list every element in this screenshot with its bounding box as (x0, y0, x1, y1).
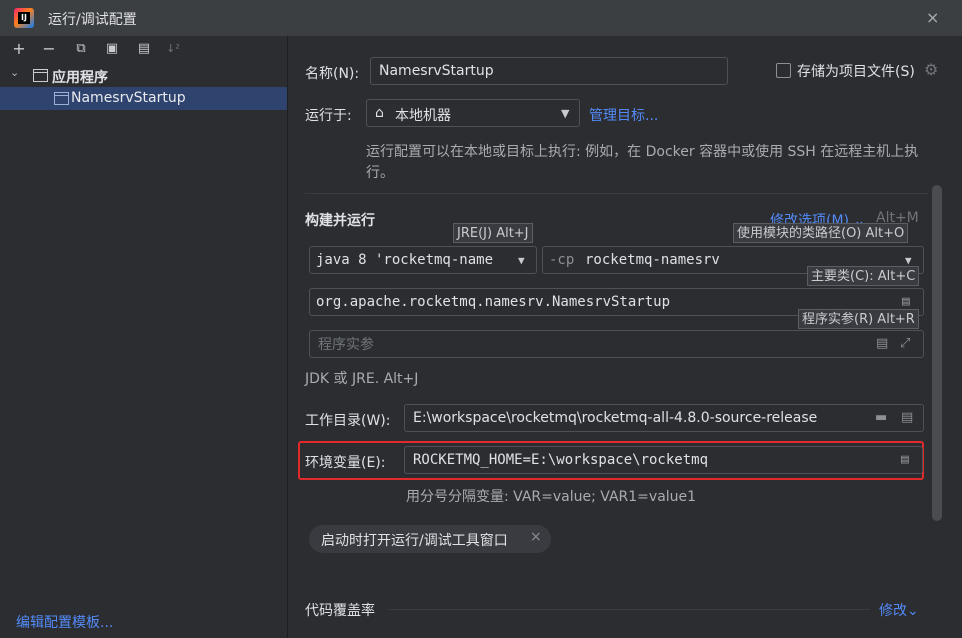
expand-text-icon[interactable]: ▤ (876, 336, 888, 351)
edit-templates-link[interactable]: 编辑配置模板... (16, 612, 113, 632)
classpath-module: rocketmq-namesrv (585, 252, 720, 268)
chevron-down-icon: ▼ (561, 107, 570, 120)
chevron-down-icon: ▼ (518, 254, 525, 267)
build-and-run-heading: 构建并运行 (305, 213, 375, 229)
jre-hint-tooltip: JRE(J) Alt+J (453, 223, 533, 243)
run-on-label: 运行于: (305, 108, 352, 124)
main-class-value: org.apache.rocketmq.namesrv.NamesrvStart… (316, 294, 671, 310)
program-args-hint-tooltip: 程序实参(R) Alt+R (798, 309, 919, 329)
working-directory-field[interactable]: E:\workspace\rocketmq\rocketmq-all-4.8.0… (404, 404, 924, 432)
tree-group-application[interactable]: ⌄ 应用程序 (0, 64, 287, 87)
open-tool-window-chip[interactable]: 启动时打开运行/调试工具窗口 × (309, 525, 551, 553)
intellij-app-icon: IJ (14, 8, 34, 28)
name-value: NamesrvStartup (379, 63, 494, 79)
name-label: 名称(N): (305, 66, 360, 82)
env-vars-label: 环境变量(E): (305, 455, 386, 471)
folder-icon[interactable]: ▬ (875, 410, 887, 425)
edit-env-icon[interactable]: ▤ (901, 452, 909, 467)
window-title: 运行/调试配置 (48, 12, 137, 28)
sort-icon[interactable]: ↓² (164, 40, 182, 58)
run-on-description: 运行配置可以在本地或目标上执行: 例如，在 Docker 容器中或使用 SSH … (366, 144, 919, 181)
program-arguments-field[interactable]: 程序实参 ▤ ⤢ (309, 330, 924, 358)
program-arguments-placeholder: 程序实参 (318, 337, 374, 353)
classpath-hint-tooltip: 使用模块的类路径(O) Alt+O (733, 223, 909, 243)
jdk-hint: JDK 或 JRE. Alt+J (305, 371, 419, 387)
title-bar: IJ 运行/调试配置 × (0, 0, 962, 36)
coverage-modify-link[interactable]: 修改⌄ (879, 600, 919, 620)
gear-icon[interactable]: ⚙ (924, 60, 938, 79)
tree-item-label: NamesrvStartup (71, 90, 186, 106)
save-icon[interactable]: ▣ (103, 40, 121, 58)
working-directory-label: 工作目录(W): (305, 413, 391, 429)
application-folder-icon (33, 69, 48, 82)
vertical-scrollbar[interactable] (932, 185, 942, 521)
manage-targets-link[interactable]: 管理目标... (589, 105, 658, 125)
configurations-sidebar (0, 36, 288, 638)
store-as-file-checkbox[interactable] (776, 63, 791, 78)
browse-icon[interactable]: ▤ (902, 294, 910, 309)
jdk-select[interactable]: java 8 'rocketmq-name ▼ (309, 246, 537, 274)
chevron-down-icon[interactable]: ⌄ (10, 66, 19, 79)
remove-icon[interactable]: − (40, 40, 58, 58)
code-coverage-label: 代码覆盖率 (305, 603, 375, 619)
env-vars-field[interactable]: ROCKETMQ_HOME=E:\workspace\rocketmq ▤ (404, 446, 923, 474)
classpath-prefix: -cp (549, 252, 575, 268)
run-on-select[interactable]: ⌂ 本地机器 ▼ (366, 99, 580, 127)
chip-label: 启动时打开运行/调试工具窗口 (321, 533, 508, 549)
main-class-hint-tooltip: 主要类(C): Alt+C (807, 266, 920, 286)
env-vars-hint: 用分号分隔变量: VAR=value; VAR1=value1 (406, 489, 697, 505)
add-icon[interactable]: + (10, 40, 28, 58)
macro-icon[interactable]: ▤ (901, 410, 913, 425)
maximize-icon[interactable]: ⤢ (900, 336, 910, 351)
move-into-folder-icon[interactable]: ▤ (135, 40, 153, 58)
store-as-file-label[interactable]: 存储为项目文件(S) (797, 61, 915, 81)
run-on-value: 本地机器 (395, 108, 451, 124)
close-icon[interactable]: × (530, 529, 542, 545)
close-button[interactable]: × (926, 8, 939, 27)
working-directory-value: E:\workspace\rocketmq\rocketmq-all-4.8.0… (413, 410, 818, 426)
env-vars-value: ROCKETMQ_HOME=E:\workspace\rocketmq (413, 452, 709, 468)
home-icon: ⌂ (375, 105, 384, 121)
copy-icon[interactable]: ⧉ (72, 40, 90, 58)
divider (305, 193, 928, 194)
tree-group-label: 应用程序 (52, 70, 108, 86)
tree-item-namesrvstartup[interactable]: NamesrvStartup (0, 87, 287, 110)
jdk-value: java 8 'rocketmq-name (316, 252, 494, 268)
run-config-icon (54, 92, 69, 105)
name-input[interactable]: NamesrvStartup (370, 57, 728, 85)
divider (388, 609, 870, 610)
